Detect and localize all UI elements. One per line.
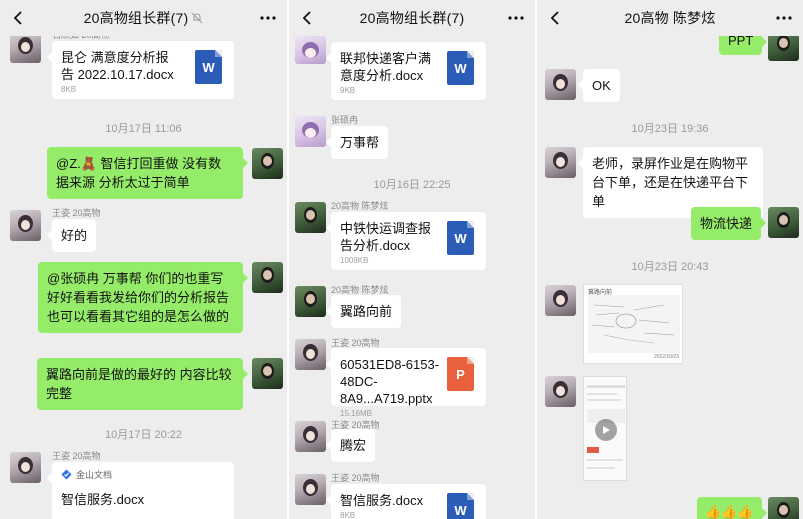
avatar[interactable] xyxy=(295,202,326,233)
back-arrow-icon[interactable] xyxy=(299,9,317,27)
powerpoint-file-icon: P xyxy=(447,357,474,391)
avatar[interactable] xyxy=(768,497,799,519)
timestamp: 10月23日 19:36 xyxy=(631,123,709,135)
avatar[interactable] xyxy=(295,286,326,317)
card-source-label: 金山文档 xyxy=(76,470,113,480)
avatar[interactable] xyxy=(252,262,283,293)
avatar[interactable] xyxy=(252,358,283,389)
file-message[interactable]: 联邦快递客户满意度分析.docx 9KB W xyxy=(326,42,486,100)
avatar[interactable] xyxy=(768,207,799,238)
more-options-icon[interactable] xyxy=(775,9,793,27)
file-name: 智信服务.docx xyxy=(340,493,424,508)
chat-title: 20高物组长群(7) xyxy=(83,10,189,26)
file-message[interactable]: 昆仑 满意度分析报告 2022.10.17.docx 8KB W xyxy=(47,41,234,99)
message-bubble[interactable]: 万事帮 xyxy=(325,126,389,159)
message-bubble[interactable]: @张硕冉 万事帮 你们的也重写 好好看看我发给你们的分析报告 也可以看看其它组的… xyxy=(38,262,248,333)
avatar[interactable] xyxy=(10,452,41,483)
more-options-icon[interactable] xyxy=(507,9,525,27)
more-options-icon[interactable] xyxy=(259,9,277,27)
card-title: 智信服务.docx xyxy=(61,492,145,507)
message-bubble[interactable]: @Z.🧸 智信打回重做 没有数据来源 分析太过于简单 xyxy=(47,147,248,199)
image-message-sketch[interactable]: 冀路向前 2022/10/23 xyxy=(583,284,683,364)
card-source: 金山文档 xyxy=(61,468,225,481)
file-size: 15.16MB xyxy=(340,409,373,418)
kingsoft-docs-icon xyxy=(61,469,72,480)
timestamp: 10月16日 22:25 xyxy=(373,179,451,191)
message-bubble[interactable]: OK xyxy=(578,69,620,102)
avatar[interactable] xyxy=(545,285,576,316)
sender-name: 王姿 20高物 xyxy=(331,473,380,483)
sender-name: 20高物 陈梦炫 xyxy=(331,201,389,211)
chat-title: 20高物 陈梦炫 xyxy=(624,10,716,26)
avatar[interactable] xyxy=(545,376,576,407)
message-bubble[interactable]: 好的 xyxy=(46,219,97,252)
word-file-icon: W xyxy=(447,221,474,255)
video-message[interactable] xyxy=(583,376,627,481)
chat-header: 20高物组长群(7) xyxy=(289,0,535,36)
message-bubble[interactable]: 翼路向前 xyxy=(325,295,402,328)
avatar[interactable] xyxy=(545,147,576,178)
file-name: 60531ED8-6153-48DC-8A9...A719.pptx xyxy=(340,357,440,406)
sender-name: 王姿 20高物 xyxy=(52,208,101,218)
message-bubble[interactable]: 翼路向前是做的最好的 内容比较完整 xyxy=(37,358,248,410)
link-card-message[interactable]: 金山文档 智信服务.docx xyxy=(47,462,234,519)
chat-panel-private: 20高物 陈梦炫 PPT OK 10月23日 19:36 老师，录屏作业是在购物… xyxy=(537,0,803,519)
chat-title: 20高物组长群(7) xyxy=(359,10,465,26)
image-date: 2022/10/23 xyxy=(653,354,679,360)
timestamp: 10月17日 20:22 xyxy=(104,429,183,441)
chat-header: 20高物 陈梦炫 xyxy=(537,0,803,36)
file-size: 8KB xyxy=(61,85,77,94)
back-arrow-icon[interactable] xyxy=(10,9,28,27)
file-name: 中铁快运调查报告分析.docx xyxy=(340,221,432,253)
file-size: 9KB xyxy=(340,86,356,95)
avatar[interactable] xyxy=(545,69,576,100)
word-file-icon: W xyxy=(447,493,474,519)
file-message[interactable]: 60531ED8-6153-48DC-8A9...A719.pptx 15.16… xyxy=(326,348,486,418)
timestamp: 10月23日 20:43 xyxy=(631,261,709,273)
chat-header: 20高物组长群(7) xyxy=(0,0,287,36)
file-name: 联邦快递客户满意度分析.docx xyxy=(340,51,432,83)
message-bubble[interactable]: 👍👍👍 xyxy=(697,497,767,519)
timestamp: 10月17日 11:06 xyxy=(105,123,182,135)
avatar[interactable] xyxy=(295,421,326,452)
file-size: 1008KB xyxy=(340,256,369,265)
word-file-icon: W xyxy=(447,51,474,85)
play-icon[interactable] xyxy=(595,419,617,441)
file-message[interactable]: 智信服务.docx 8KB W xyxy=(326,484,486,519)
back-arrow-icon[interactable] xyxy=(547,9,565,27)
avatar[interactable] xyxy=(10,32,41,63)
chat-panel-group-1: 20高物组长群(7) 石欣如 20高物 昆仑 满意度分析报告 2022.10.1… xyxy=(0,0,287,519)
sender-name: 王姿 20高物 xyxy=(52,451,101,461)
avatar[interactable] xyxy=(295,36,326,64)
avatar[interactable] xyxy=(295,474,326,505)
word-file-icon: W xyxy=(195,50,222,84)
message-bubble[interactable]: 腾宏 xyxy=(325,429,376,462)
avatar[interactable] xyxy=(252,148,283,179)
mute-bell-icon xyxy=(191,12,203,24)
avatar[interactable] xyxy=(295,339,326,370)
avatar[interactable] xyxy=(295,116,326,147)
file-name: 昆仑 满意度分析报告 2022.10.17.docx xyxy=(61,50,174,82)
sender-name: 张硕冉 xyxy=(331,115,359,125)
avatar[interactable] xyxy=(10,210,41,241)
chat-panel-group-2: 20高物组长群(7) 联邦快递客户满意度分析.docx 9KB W 张硕冉 万事… xyxy=(289,0,535,519)
file-message[interactable]: 中铁快运调查报告分析.docx 1008KB W xyxy=(326,212,486,270)
message-bubble[interactable]: 物流快递 xyxy=(691,207,767,240)
sketch-drawing xyxy=(588,295,680,353)
